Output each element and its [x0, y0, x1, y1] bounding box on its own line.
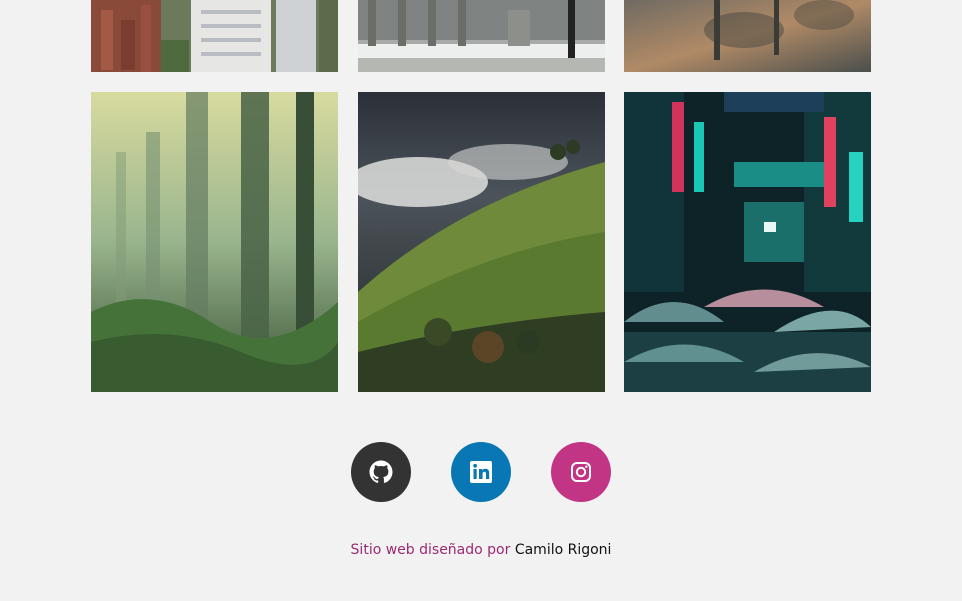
- gallery-image-balcony[interactable]: [358, 0, 605, 72]
- gallery-image-hills[interactable]: [358, 92, 605, 392]
- gallery-image-city[interactable]: [91, 0, 338, 72]
- linkedin-icon: [470, 461, 492, 483]
- footer-credit: Sitio web diseñado por Camilo Rigoni: [0, 542, 962, 558]
- gallery-image-neon-street[interactable]: [624, 92, 871, 392]
- linkedin-button[interactable]: [451, 442, 511, 502]
- author-link[interactable]: Camilo Rigoni: [515, 542, 612, 558]
- github-button[interactable]: [351, 442, 411, 502]
- instagram-button[interactable]: [551, 442, 611, 502]
- github-icon: [369, 460, 393, 483]
- footer-credit-prefix: Sitio web diseñado por: [350, 542, 515, 558]
- gallery-image-forest[interactable]: [91, 92, 338, 392]
- instagram-icon: [571, 462, 591, 482]
- page: Sitio web diseñado por Camilo Rigoni: [0, 0, 962, 601]
- gallery-image-reflection[interactable]: [624, 0, 871, 72]
